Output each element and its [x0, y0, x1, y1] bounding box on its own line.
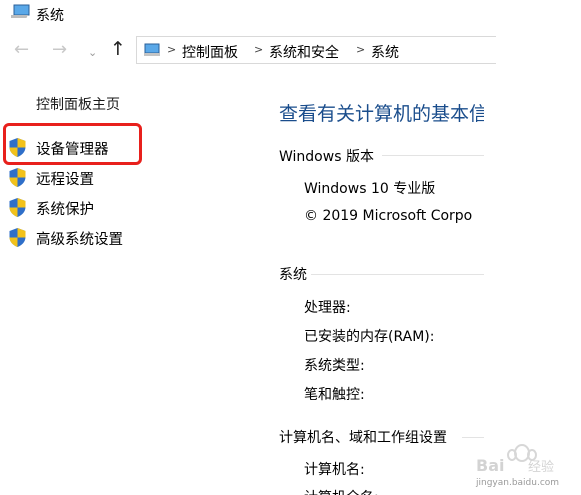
pen-touch-label: 笔和触控: — [304, 387, 365, 403]
system-type-label: 系统类型: — [304, 358, 365, 374]
svg-text:经验: 经验 — [528, 459, 554, 475]
section-divider — [311, 274, 484, 275]
computer-name-label: 计算机名: — [304, 462, 365, 478]
section-title-computer-name: 计算机名、域和工作组设置 — [279, 430, 447, 446]
ram-label: 已安装的内存(RAM): — [304, 329, 435, 345]
copyright-text: © 2019 Microsoft Corpo — [304, 208, 473, 224]
svg-text:Bai: Bai — [476, 456, 504, 475]
windows-edition-value: Windows 10 专业版 — [304, 181, 436, 197]
full-computer-name-label: 计算机全名: — [304, 487, 379, 495]
main-pane: 查看有关计算机的基本信 Windows 版本 Windows 10 专业版 © … — [0, 0, 484, 495]
watermark-url: jingyan.baidu.com — [476, 478, 560, 488]
processor-label: 处理器: — [304, 300, 351, 316]
page-title: 查看有关计算机的基本信 — [279, 103, 484, 125]
section-divider — [382, 155, 484, 156]
section-title-windows-edition: Windows 版本 — [279, 149, 374, 165]
section-title-system: 系统 — [279, 267, 307, 283]
